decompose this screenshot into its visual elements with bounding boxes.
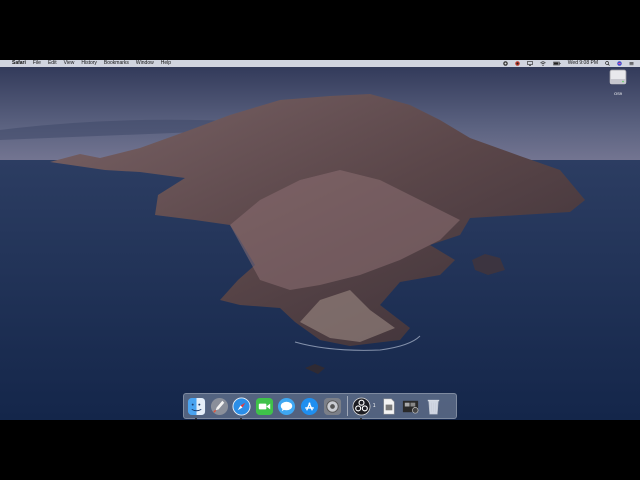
dock: 1 bbox=[183, 393, 457, 420]
menu-edit[interactable]: Edit bbox=[48, 60, 57, 67]
obs-badge: 1 bbox=[372, 403, 376, 409]
siri-icon[interactable] bbox=[617, 61, 622, 66]
menu-app-name[interactable]: Safari bbox=[12, 60, 26, 67]
photo-booth-icon bbox=[403, 400, 419, 413]
menu-file[interactable]: File bbox=[33, 60, 41, 67]
facetime-icon bbox=[255, 397, 273, 415]
menu-bar: Safari File Edit View History Bookmarks … bbox=[0, 60, 640, 67]
battery-icon[interactable] bbox=[553, 61, 561, 66]
finder-icon bbox=[187, 397, 206, 415]
wallpaper-catalina-island bbox=[0, 60, 640, 420]
wifi-icon[interactable] bbox=[540, 61, 546, 66]
gear-icon bbox=[323, 397, 341, 415]
desktop-drive[interactable]: OS9 bbox=[608, 69, 628, 96]
document-icon bbox=[382, 398, 395, 414]
obs-icon bbox=[352, 397, 371, 415]
dock-launchpad[interactable] bbox=[210, 397, 229, 416]
dock-facetime[interactable] bbox=[255, 397, 274, 416]
status-icon[interactable] bbox=[515, 61, 520, 66]
menu-history[interactable]: History bbox=[81, 60, 97, 67]
menu-help[interactable]: Help bbox=[161, 60, 171, 67]
menu-bookmarks[interactable]: Bookmarks bbox=[104, 60, 129, 67]
app-store-icon bbox=[300, 397, 319, 415]
search-icon[interactable] bbox=[605, 61, 610, 66]
messages-icon bbox=[278, 397, 296, 415]
dock-system-preferences[interactable] bbox=[323, 397, 342, 416]
running-indicator bbox=[195, 417, 197, 420]
launchpad-icon bbox=[210, 397, 228, 415]
dock-obs[interactable] bbox=[352, 397, 371, 420]
dock-trash[interactable] bbox=[424, 397, 443, 416]
clock[interactable]: Wed 9:08 PM bbox=[568, 60, 598, 67]
dock-app-store[interactable] bbox=[300, 397, 319, 416]
menu-window[interactable]: Window bbox=[136, 60, 154, 67]
trash-icon bbox=[427, 399, 439, 414]
control-menu-icon[interactable] bbox=[629, 61, 634, 66]
running-indicator bbox=[360, 417, 363, 420]
hard-drive-icon bbox=[609, 69, 627, 85]
desktop: Safari File Edit View History Bookmarks … bbox=[0, 60, 640, 420]
dock-messages[interactable] bbox=[277, 397, 296, 416]
airplay-icon[interactable] bbox=[526, 61, 533, 66]
safari-icon bbox=[232, 396, 251, 416]
drive-label: OS9 bbox=[613, 91, 622, 96]
dock-separator bbox=[347, 396, 349, 416]
dock-photo-booth[interactable] bbox=[401, 397, 420, 416]
menu-view[interactable]: View bbox=[64, 60, 75, 67]
dock-finder[interactable] bbox=[187, 397, 206, 420]
running-indicator bbox=[240, 417, 243, 420]
screen-recording-icon[interactable] bbox=[503, 61, 508, 66]
dock-document[interactable] bbox=[379, 397, 398, 416]
dock-safari[interactable] bbox=[232, 396, 251, 420]
